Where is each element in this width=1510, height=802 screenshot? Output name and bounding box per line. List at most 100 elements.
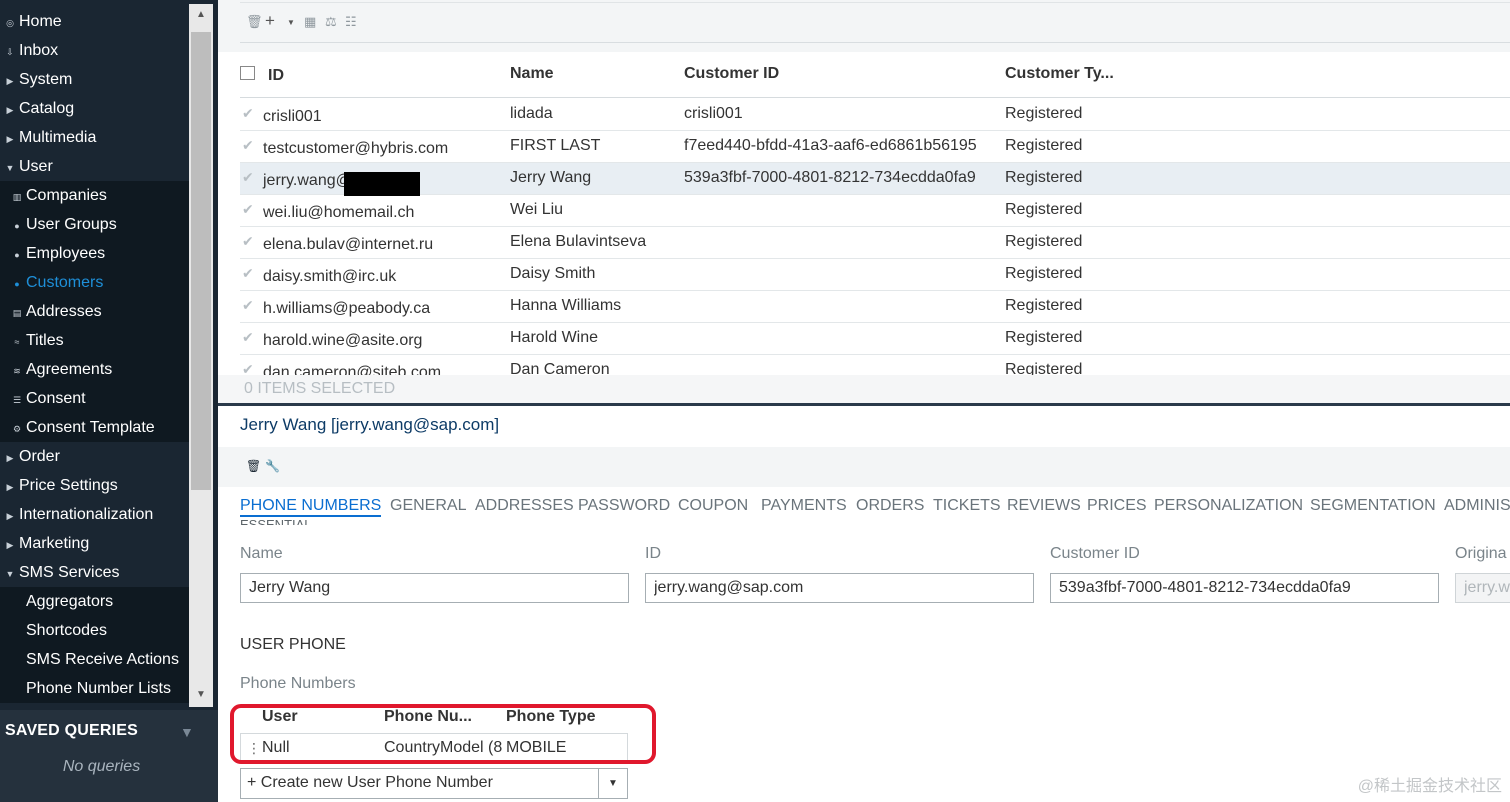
cell-type: Registered bbox=[1005, 329, 1083, 346]
table-row[interactable]: ✔ harold.wine@asite.org Harold Wine Registe… bbox=[240, 323, 1510, 355]
export-icon[interactable]: ▦ bbox=[304, 14, 316, 30]
sidebar-item-user-groups[interactable]: ● User Groups bbox=[0, 210, 189, 239]
sidebar-item-aggregators[interactable]: Aggregators bbox=[0, 587, 189, 616]
highlight-annotation bbox=[230, 704, 656, 764]
row-check-icon[interactable]: ✔ bbox=[242, 137, 254, 154]
scrollbar-thumb[interactable] bbox=[191, 32, 211, 490]
tab-phone-numbers[interactable]: PHONE NUMBERS bbox=[240, 497, 382, 517]
table-row[interactable]: ✔ testcustomer@hybris.com FIRST LAST f7eed4… bbox=[240, 131, 1510, 163]
tab-general[interactable]: GENERAL bbox=[390, 497, 466, 515]
sidebar-item-phone-number-lists[interactable]: Phone Number Lists bbox=[0, 674, 189, 703]
name-field[interactable] bbox=[240, 573, 629, 603]
sidebar-item-consent[interactable]: ☰ Consent bbox=[0, 384, 189, 413]
row-check-icon[interactable]: ✔ bbox=[242, 105, 254, 122]
sidebar-item-companies[interactable]: ▥ Companies bbox=[0, 181, 189, 210]
table-row[interactable]: ✔ dan.cameron@siteb.com Dan Cameron Registe… bbox=[240, 355, 1510, 375]
sidebar-item-label: Inbox bbox=[19, 42, 59, 59]
sidebar-item-internationalization[interactable]: ▶ Internationalization bbox=[0, 500, 189, 529]
tab-reviews[interactable]: REVIEWS bbox=[1007, 497, 1081, 515]
tab-segmentation[interactable]: SEGMENTATION bbox=[1310, 497, 1436, 515]
sidebar-item-label: Internationalization bbox=[19, 506, 154, 523]
sidebar-item-addresses[interactable]: ▤ Addresses bbox=[0, 297, 189, 326]
table-row[interactable]: ✔ h.williams@peabody.ca Hanna Williams Regi… bbox=[240, 291, 1510, 323]
cell-id: testcustomer@hybris.com bbox=[263, 140, 449, 157]
add-icon[interactable]: + bbox=[265, 11, 275, 31]
customer-id-field[interactable] bbox=[1050, 573, 1439, 603]
sidebar-item-home[interactable]: ◎ Home bbox=[0, 7, 189, 36]
delete-icon[interactable]: 🗑 bbox=[246, 14, 263, 30]
row-check-icon[interactable]: ✔ bbox=[242, 233, 254, 250]
tab-coupon[interactable]: COUPON bbox=[678, 497, 748, 515]
sidebar-item-label: User Groups bbox=[26, 216, 117, 233]
employees-icon: ● bbox=[14, 250, 20, 260]
sidebar-item-label: Titles bbox=[26, 332, 64, 349]
row-check-icon[interactable]: ✔ bbox=[242, 169, 254, 186]
wrench-icon[interactable]: 🔧 bbox=[265, 459, 280, 473]
tab-password[interactable]: PASSWORD bbox=[578, 497, 670, 515]
sidebar-item-price-settings[interactable]: ▶ Price Settings bbox=[0, 471, 189, 500]
cell-name: Wei Liu bbox=[510, 201, 564, 218]
sidebar-item-sms-services[interactable]: ▼ SMS Services bbox=[0, 558, 189, 587]
column-header-id[interactable]: ID bbox=[268, 67, 284, 85]
sidebar-item-sms-receive-actions[interactable]: SMS Receive Actions bbox=[0, 645, 189, 674]
column-header-customer-id[interactable]: Customer ID bbox=[684, 65, 779, 83]
select-all-checkbox[interactable] bbox=[240, 66, 255, 80]
scroll-up-arrow-icon[interactable]: ▲ bbox=[189, 4, 213, 26]
sidebar-item-titles[interactable]: ≈ Titles bbox=[0, 326, 189, 355]
table-row[interactable]: ✔ wei.liu@homemail.ch Wei Liu Registered bbox=[240, 195, 1510, 227]
sidebar-item-catalog[interactable]: ▶ Catalog bbox=[0, 94, 189, 123]
table-row[interactable]: ✔ jerry.wang@ Jerry Wang 539a3fbf-7000-4801… bbox=[240, 163, 1510, 196]
sidebar-item-label: Order bbox=[19, 448, 60, 465]
table-row[interactable]: ✔ elena.bulav@internet.ru Elena Bulavintse… bbox=[240, 227, 1510, 259]
checklist-icon[interactable]: ☷ bbox=[345, 14, 357, 30]
row-check-icon[interactable]: ✔ bbox=[242, 361, 254, 375]
sidebar-item-label: Employees bbox=[26, 245, 106, 262]
sidebar-item-consent-template[interactable]: ⚙ Consent Template bbox=[0, 413, 189, 442]
detail-tabs: PHONE NUMBERS GENERAL ADDRESSES PASSWORD COU… bbox=[240, 494, 1510, 520]
cell-type: Registered bbox=[1005, 361, 1083, 375]
cell-id: dan.cameron@siteb.com bbox=[263, 364, 442, 375]
grid-header: ID Name Customer ID Customer Ty... bbox=[240, 56, 1510, 98]
chevron-down-icon[interactable]: ▼ bbox=[598, 769, 627, 798]
cell-id: wei.liu@homemail.ch bbox=[263, 204, 415, 221]
sidebar-scrollbar[interactable]: ▲ ▼ bbox=[189, 4, 213, 707]
column-header-customer-type[interactable]: Customer Ty... bbox=[1005, 65, 1114, 83]
sidebar-item-user[interactable]: ▼ User bbox=[0, 152, 189, 181]
table-row[interactable]: ✔ crisli001 lidada crisli001 Registered bbox=[240, 99, 1510, 131]
tab-payments[interactable]: PAYMENTS bbox=[761, 497, 847, 515]
row-check-icon[interactable]: ✔ bbox=[242, 297, 254, 314]
customer-id-label: Customer ID bbox=[1050, 545, 1140, 562]
panel-divider[interactable] bbox=[218, 403, 1510, 406]
tab-orders[interactable]: ORDERS bbox=[856, 497, 924, 515]
tab-adminis[interactable]: ADMINIS bbox=[1444, 497, 1510, 515]
tab-addresses[interactable]: ADDRESSES bbox=[475, 497, 574, 515]
sidebar-item-label: Catalog bbox=[19, 100, 75, 117]
row-check-icon[interactable]: ✔ bbox=[242, 329, 254, 346]
cell-id: crisli001 bbox=[263, 108, 322, 125]
tab-tickets[interactable]: TICKETS bbox=[933, 497, 1001, 515]
sidebar-item-marketing[interactable]: ▶ Marketing bbox=[0, 529, 189, 558]
delete-icon[interactable]: 🗑 bbox=[246, 459, 261, 473]
column-header-name[interactable]: Name bbox=[510, 65, 554, 83]
compare-icon[interactable]: ⚖ bbox=[325, 14, 337, 30]
tab-personalization[interactable]: PERSONALIZATION bbox=[1154, 497, 1303, 515]
row-check-icon[interactable]: ✔ bbox=[242, 201, 254, 218]
sidebar-item-multimedia[interactable]: ▶ Multimedia bbox=[0, 123, 189, 152]
add-dropdown-icon[interactable]: ▼ bbox=[287, 18, 295, 27]
sidebar-item-employees[interactable]: ● Employees bbox=[0, 239, 189, 268]
sidebar-item-customers[interactable]: ● Customers bbox=[0, 268, 189, 297]
create-phone-number-button[interactable]: + Create new User Phone Number ▼ bbox=[240, 768, 628, 799]
cell-type: Registered bbox=[1005, 233, 1083, 250]
id-field[interactable] bbox=[645, 573, 1034, 603]
sidebar-item-system[interactable]: ▶ System bbox=[0, 65, 189, 94]
sidebar-item-agreements[interactable]: ≋ Agreements bbox=[0, 355, 189, 384]
cell-name: Jerry Wang bbox=[510, 169, 592, 186]
filter-icon[interactable]: ▼ bbox=[180, 724, 194, 740]
sidebar-item-inbox[interactable]: ⇩ Inbox bbox=[0, 36, 189, 65]
sidebar-item-shortcodes[interactable]: Shortcodes bbox=[0, 616, 189, 645]
sidebar-item-order[interactable]: ▶ Order bbox=[0, 442, 189, 471]
row-check-icon[interactable]: ✔ bbox=[242, 265, 254, 282]
tab-prices[interactable]: PRICES bbox=[1087, 497, 1147, 515]
scroll-down-arrow-icon[interactable]: ▼ bbox=[189, 684, 213, 706]
table-row[interactable]: ✔ daisy.smith@irc.uk Daisy Smith Registered bbox=[240, 259, 1510, 291]
